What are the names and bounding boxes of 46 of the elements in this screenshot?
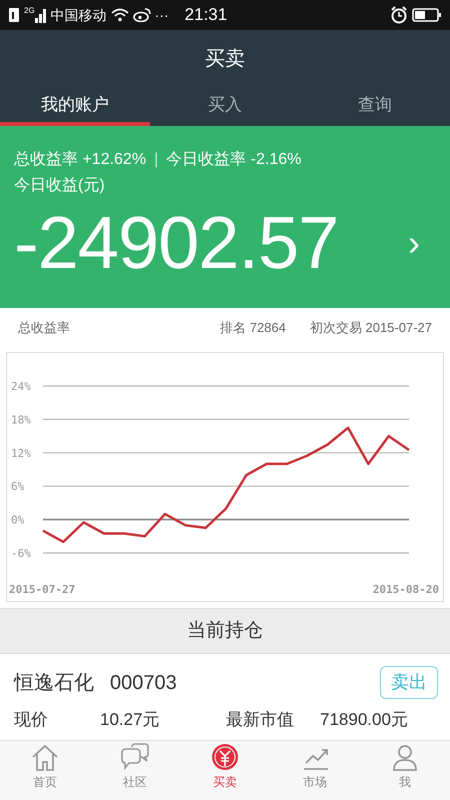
home-icon xyxy=(30,743,60,773)
axis-label: 24% xyxy=(11,380,31,393)
battery-icon xyxy=(412,7,442,23)
axis-label: 2015-08-20 xyxy=(372,583,439,596)
nav-tab[interactable]: 市场 xyxy=(270,741,360,800)
sell-button[interactable]: 卖出 xyxy=(380,666,438,699)
signal-icon xyxy=(34,7,47,23)
tab[interactable]: 查询 xyxy=(300,88,450,126)
section-title: 当前持仓 xyxy=(187,618,263,643)
axis-label: 6% xyxy=(11,480,24,494)
axis-label: 2015-07-27 xyxy=(9,583,76,596)
carrier-name: 中国移动 xyxy=(50,6,107,24)
axis-label: -6% xyxy=(11,547,31,560)
separator: | xyxy=(154,150,158,170)
alarm-icon xyxy=(390,6,408,24)
field-value: 71890.00元 xyxy=(320,709,408,731)
nav-tab[interactable]: 首页 xyxy=(0,741,90,800)
weibo-icon xyxy=(132,8,151,22)
today-profit-value: -24902.57 xyxy=(14,206,338,280)
more-indicator: ··· xyxy=(154,6,169,24)
network-label: 2G xyxy=(24,7,35,15)
nav-tab[interactable]: 买卖 xyxy=(180,741,270,800)
axis-label: 18% xyxy=(11,413,31,426)
sim-icon xyxy=(8,7,20,23)
person-icon xyxy=(390,743,420,773)
field-value: 10.27元 xyxy=(100,709,160,731)
today-profit-label: 今日收益(元) xyxy=(14,176,105,196)
clock-time: 21:31 xyxy=(184,4,228,26)
chart-label: 总收益率 xyxy=(18,319,70,338)
tab[interactable]: 买入 xyxy=(150,88,300,126)
total-return-rate: 总收益率 +12.62% xyxy=(14,150,146,170)
rank-text: 排名 72864 xyxy=(220,319,286,338)
field-label: 最新市值 xyxy=(226,709,295,731)
stock-code: 000703 xyxy=(110,670,177,696)
field-label: 现价 xyxy=(14,709,49,731)
page-title: 买卖 xyxy=(205,47,245,72)
first-trade-date: 初次交易 2015-07-27 xyxy=(310,319,432,338)
yuan-icon xyxy=(210,743,240,773)
today-return-rate: 今日收益率 -2.16% xyxy=(166,150,302,170)
stock-name: 恒逸石化 xyxy=(14,670,94,696)
nav-tab[interactable]: 社区 xyxy=(90,741,180,800)
axis-label: 12% xyxy=(11,446,31,460)
chat-bubbles-icon xyxy=(120,743,150,773)
nav-tab[interactable]: 我 xyxy=(360,741,450,800)
wifi-icon xyxy=(110,8,129,22)
axis-label: 0% xyxy=(11,514,24,527)
